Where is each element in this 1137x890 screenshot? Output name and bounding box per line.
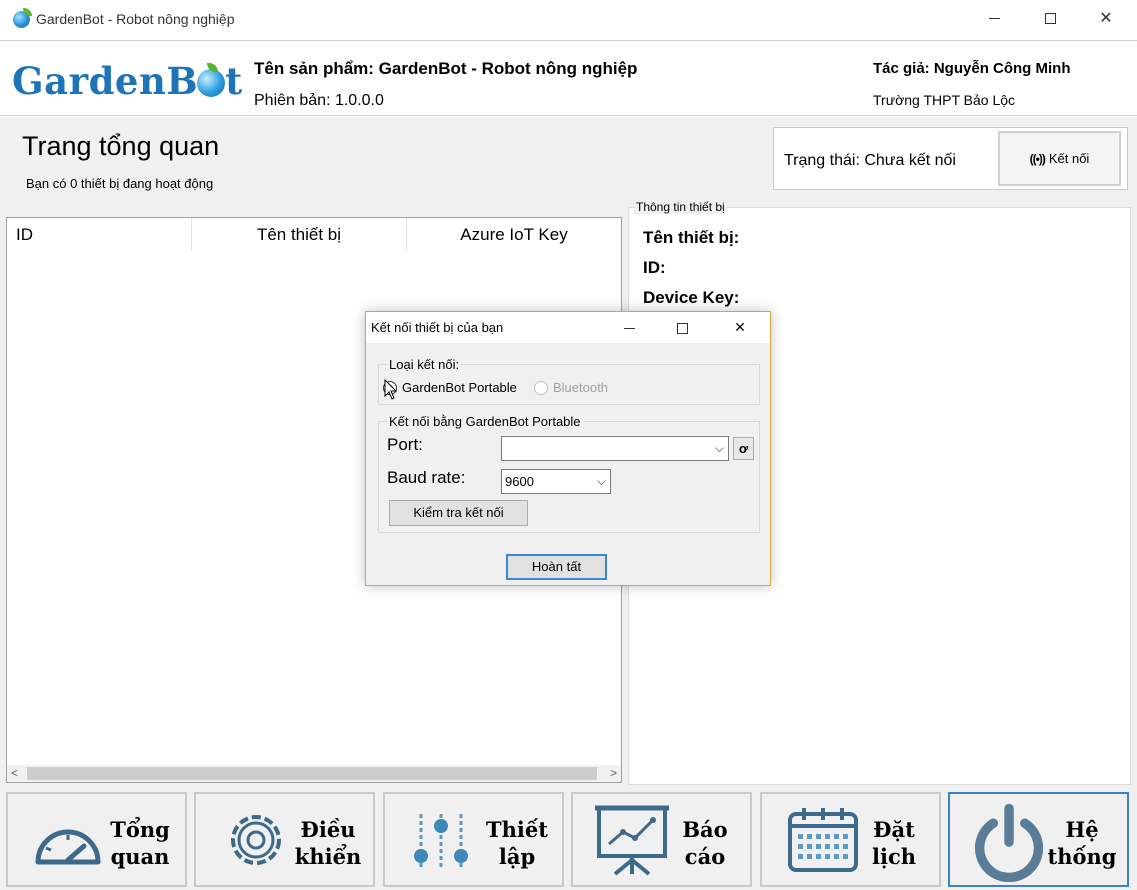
device-info-legend: Thông tin thiết bị xyxy=(634,200,727,214)
refresh-ports-button[interactable]: ơ xyxy=(733,437,754,460)
close-button[interactable]: ✕ xyxy=(1078,0,1134,38)
nav-system-label: Hệ thống xyxy=(1047,817,1117,869)
gauge-icon xyxy=(35,829,101,865)
chevron-down-icon: ⌵ xyxy=(596,474,606,488)
app-globe-icon xyxy=(13,8,32,28)
presentation-chart-icon xyxy=(595,805,669,876)
maximize-icon xyxy=(1044,13,1056,25)
column-header-device-name[interactable]: Tên thiết bị xyxy=(192,218,407,251)
device-key-label: Device Key: xyxy=(643,288,740,307)
connection-status-text: Trạng thái: Chưa kết nối xyxy=(784,152,956,169)
scrollbar-thumb[interactable] xyxy=(27,767,597,780)
nav-settings-button[interactable]: Thiết lập xyxy=(383,792,564,887)
test-connection-button[interactable]: Kiểm tra kết nối xyxy=(389,500,528,526)
minimize-icon xyxy=(988,18,1000,20)
baud-rate-select[interactable]: 9600 ⌵ xyxy=(501,469,611,494)
nav-reports-label: Báo cáo xyxy=(682,817,728,869)
radio-bluetooth-label: Bluetooth xyxy=(553,380,608,395)
horizontal-scrollbar[interactable]: < > xyxy=(7,765,621,782)
app-header: GardenB t Tên sản phẩm: GardenBot - Robot… xyxy=(0,40,1137,116)
calendar-icon xyxy=(788,808,858,872)
nav-reports-button[interactable]: Báo cáo xyxy=(571,792,752,887)
minimize-button[interactable] xyxy=(966,0,1022,38)
dialog-maximize-button[interactable] xyxy=(656,312,708,343)
baud-rate-label: Baud rate: xyxy=(387,468,466,487)
radio-bluetooth[interactable]: Bluetooth xyxy=(534,380,608,395)
nav-control-button[interactable]: Điều khiển xyxy=(194,792,375,887)
active-device-count: Bạn có 0 thiết bị đang hoạt động xyxy=(26,176,214,191)
maximize-icon xyxy=(676,322,688,334)
minimize-icon xyxy=(623,327,635,329)
device-name-label: Tên thiết bị: xyxy=(643,228,740,247)
connection-type-group: Loại kết nối: GardenBot Portable Bluetoo… xyxy=(378,357,760,405)
connection-status-panel: Trạng thái: Chưa kết nối ((•)) Kết nối xyxy=(773,127,1128,190)
gear-icon xyxy=(231,815,281,865)
chevron-down-icon: ⌵ xyxy=(714,441,724,455)
refresh-icon: ơ xyxy=(738,441,749,456)
connect-device-dialog: Kết nối thiết bị của bạn ✕ Loại kết nối:… xyxy=(365,311,771,586)
radio-gardenbot-portable-label: GardenBot Portable xyxy=(402,380,517,395)
nav-schedule-button[interactable]: Đặt lịch xyxy=(760,792,941,887)
author-name: Tác giả: Nguyễn Công Minh xyxy=(873,60,1071,77)
mouse-cursor-icon xyxy=(384,379,398,400)
maximize-button[interactable] xyxy=(1022,0,1078,38)
dialog-minimize-button[interactable] xyxy=(603,312,655,343)
school-name: Trường THPT Bảo Lộc xyxy=(873,92,1016,108)
scroll-left-icon[interactable]: < xyxy=(11,765,18,782)
nav-overview-button[interactable]: Tổng quan xyxy=(6,792,187,887)
page-title: Trang tổng quan xyxy=(22,131,220,161)
radio-unchecked-icon[interactable] xyxy=(534,380,548,395)
nav-control-label: Điều khiển xyxy=(294,817,362,869)
connect-button-label: Kết nối xyxy=(1048,151,1090,166)
radio-gardenbot-portable[interactable]: GardenBot Portable xyxy=(383,380,517,395)
wireless-icon: ((•)) xyxy=(1029,151,1046,166)
portable-connection-legend: Kết nối bằng GardenBot Portable xyxy=(387,414,583,429)
baud-rate-value: 9600 xyxy=(505,474,534,489)
product-version: Phiên bản: 1.0.0.0 xyxy=(254,92,384,109)
logo-globe-icon xyxy=(197,63,226,97)
nav-overview-label: Tổng quan xyxy=(110,817,170,869)
window-title: GardenBot - Robot nông nghiệp xyxy=(36,11,235,27)
port-label: Port: xyxy=(387,435,423,454)
product-name: Tên sản phẩm: GardenBot - Robot nông ngh… xyxy=(254,59,638,78)
device-list-header: ID Tên thiết bị Azure IoT Key xyxy=(7,218,621,251)
dialog-title: Kết nối thiết bị của bạn xyxy=(371,320,504,335)
connection-type-legend: Loại kết nối: xyxy=(387,357,462,372)
nav-schedule-label: Đặt lịch xyxy=(871,817,916,869)
close-icon: ✕ xyxy=(1099,10,1113,27)
dialog-close-button[interactable]: ✕ xyxy=(714,312,766,343)
dialog-title-bar: Kết nối thiết bị của bạn ✕ xyxy=(366,312,770,343)
port-select[interactable]: ⌵ xyxy=(501,436,729,461)
scroll-right-icon[interactable]: > xyxy=(610,765,617,782)
connect-button[interactable]: ((•)) Kết nối xyxy=(998,131,1121,186)
power-icon xyxy=(974,803,1044,882)
column-header-id[interactable]: ID xyxy=(7,218,192,251)
sliders-icon xyxy=(414,814,468,870)
nav-system-button[interactable]: Hệ thống xyxy=(948,792,1129,887)
portable-connection-group: Kết nối bằng GardenBot Portable Port: ⌵ … xyxy=(378,414,760,533)
bottom-navigation: Tổng quan Điều khiển Thiết lập Báo cáo Đ… xyxy=(0,787,1137,890)
done-button[interactable]: Hoàn tất xyxy=(506,554,607,580)
close-icon: ✕ xyxy=(734,319,746,335)
nav-settings-label: Thiết lập xyxy=(486,817,548,869)
title-bar: GardenBot - Robot nông nghiệp ✕ xyxy=(0,0,1137,40)
device-id-label: ID: xyxy=(643,258,666,277)
column-header-azure-key[interactable]: Azure IoT Key xyxy=(407,218,621,251)
gardenbot-logo: GardenB t xyxy=(12,59,243,103)
